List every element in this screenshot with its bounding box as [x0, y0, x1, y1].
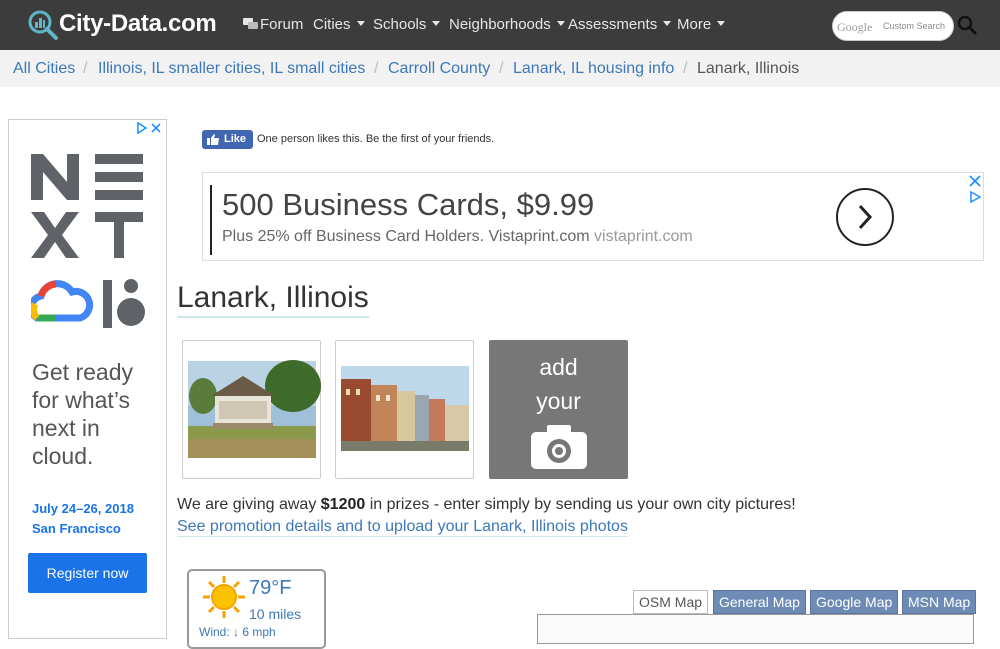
breadcrumb-current: Lanark, Illinois — [697, 60, 800, 77]
main-street-photo — [341, 366, 469, 451]
chevron-right-icon — [858, 204, 873, 230]
gazebo-photo — [188, 360, 321, 458]
site-logo[interactable]: City-Data.com — [27, 9, 217, 41]
add-your-photo-button[interactable]: add your — [489, 340, 628, 479]
search-brand: Google — [837, 20, 873, 34]
camera-icon — [531, 425, 587, 469]
nav-forum-label: Forum — [260, 16, 304, 33]
forum-icon — [243, 18, 258, 29]
weather-wind: Wind: ↓ 6 mph — [199, 625, 276, 639]
thumbs-up-icon — [207, 134, 219, 145]
nav-assessments-label: Assessments — [568, 16, 658, 33]
add-photo-line2: your — [536, 388, 581, 414]
msn-map-button[interactable]: MSN Map — [902, 590, 977, 614]
osm-map-button[interactable]: OSM Map — [633, 590, 709, 614]
breadcrumb-state[interactable]: Illinois, IL smaller cities, IL small ci… — [98, 60, 365, 78]
breadcrumb-county[interactable]: Carroll County — [388, 60, 490, 78]
ad-subtitle-text: Plus 25% off Business Card Holders. Vist… — [222, 228, 590, 245]
magnifier-chart-icon — [28, 10, 58, 40]
weather-temperature: 79°F — [249, 577, 292, 599]
breadcrumb-separator: / — [83, 60, 88, 77]
breadcrumb-all-cities[interactable]: All Cities — [13, 60, 75, 78]
breadcrumb-separator: / — [374, 60, 379, 77]
nav-cities-label: Cities — [313, 16, 351, 33]
weather-widget[interactable]: 79°F 10 miles Wind: ↓ 6 mph — [187, 569, 326, 649]
weather-distance: 10 miles — [249, 606, 302, 622]
facebook-like-button[interactable]: Like — [202, 130, 253, 149]
promo-suffix: in prizes - enter simply by sending us y… — [365, 496, 796, 513]
ad-choices-icon[interactable] — [970, 191, 981, 203]
nav-more[interactable]: More — [677, 16, 726, 33]
search-icon[interactable] — [957, 15, 977, 35]
promo-prefix: We are giving away — [177, 496, 321, 513]
general-map-button[interactable]: General Map — [713, 590, 806, 614]
google-map-button[interactable]: Google Map — [810, 590, 899, 614]
breadcrumb: All Cities / Illinois, IL smaller cities… — [0, 50, 1000, 87]
ad-title: 500 Business Cards, $9.99 — [222, 187, 595, 222]
nav-forum[interactable]: Forum — [243, 16, 303, 33]
caret-down-icon — [356, 21, 365, 26]
promo-details-link[interactable]: See promotion details and to upload your… — [177, 518, 628, 537]
nav-more-label: More — [677, 16, 712, 33]
caret-down-icon — [556, 21, 565, 26]
city-photo-gazebo[interactable] — [182, 340, 321, 479]
caret-down-icon — [717, 21, 726, 26]
breadcrumb-separator: / — [683, 60, 688, 77]
breadcrumb-separator: / — [499, 60, 504, 77]
add-photo-line1: add — [539, 354, 578, 380]
nav-assessments[interactable]: Assessments — [568, 16, 672, 33]
caret-down-icon — [432, 21, 441, 26]
ad-arrow-button[interactable] — [836, 188, 894, 246]
ad-accent-bar — [210, 185, 212, 255]
caret-down-icon — [663, 21, 672, 26]
map-frame[interactable] — [537, 614, 974, 644]
facebook-like-text: One person likes this. Be the first of y… — [257, 133, 495, 145]
top-ad-banner[interactable]: 500 Business Cards, $9.99 Plus 25% off B… — [202, 172, 984, 261]
breadcrumb-housing[interactable]: Lanark, IL housing info — [513, 60, 674, 78]
ad-date: July 24–26, 2018 — [32, 501, 134, 516]
logo-text: City-Data.com — [59, 10, 217, 37]
nav-cities[interactable]: Cities — [313, 16, 365, 33]
nav-neighborhoods-label: Neighborhoods — [449, 16, 551, 33]
ad-subtitle: Plus 25% off Business Card Holders. Vist… — [222, 228, 693, 246]
like-label: Like — [224, 133, 247, 145]
search-input[interactable]: Google Custom Search — [832, 11, 954, 41]
city-photo-main-street[interactable] — [335, 340, 474, 479]
ad-choices-icon[interactable] — [136, 121, 162, 137]
next-18-logo — [31, 154, 145, 328]
nav-neighborhoods[interactable]: Neighborhoods — [449, 16, 565, 33]
ad-tagline: Get ready for what’s next in cloud. — [32, 359, 133, 469]
promo-amount: $1200 — [320, 496, 366, 513]
top-navbar: City-Data.com Forum Cities Schools Neigh… — [0, 0, 1000, 50]
left-ad-banner[interactable]: Get ready for what’s next in cloud. July… — [8, 119, 167, 639]
nav-schools-label: Schools — [373, 16, 427, 33]
register-now-button[interactable]: Register now — [28, 553, 147, 593]
ad-domain: vistaprint.com — [594, 228, 693, 245]
ad-city: San Francisco — [32, 521, 121, 536]
sun-icon — [203, 576, 245, 618]
page-title: Lanark, Illinois — [177, 281, 369, 318]
promo-text: We are giving away $1200 in prizes - ent… — [177, 496, 796, 514]
close-ad-icon[interactable] — [969, 175, 981, 187]
nav-schools[interactable]: Schools — [373, 16, 441, 33]
search-label: Custom Search — [883, 21, 946, 31]
